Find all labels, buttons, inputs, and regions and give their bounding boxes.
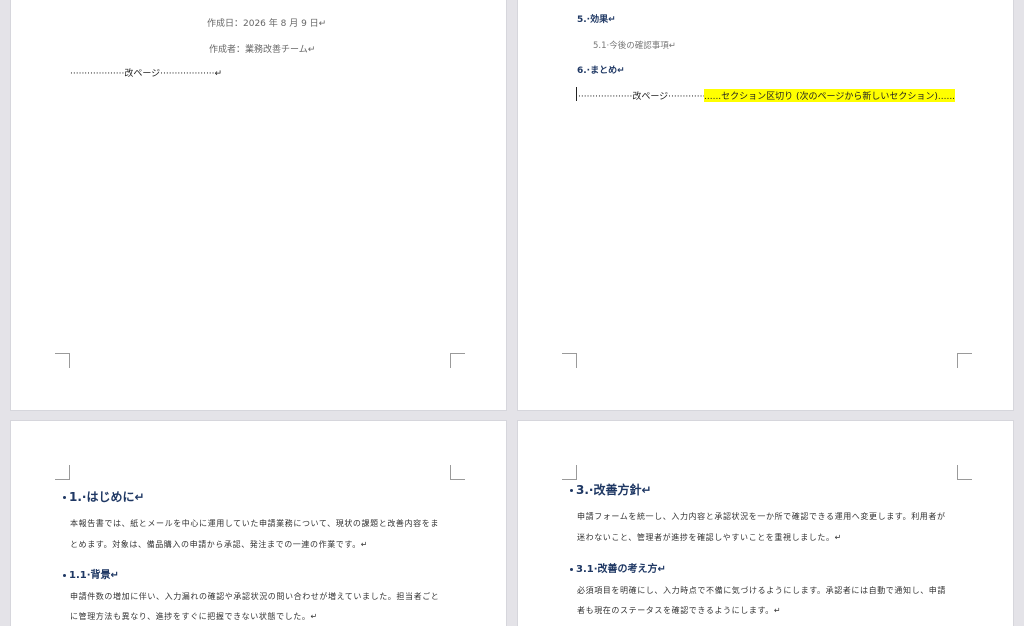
paragraph-line: 本報告書では、紙とメールを中心に運用していた申請業務について、現状の課題と改善内… — [70, 519, 439, 528]
paragraph-line: 者も現在のステータスを確認できるようにします。↵ — [577, 606, 782, 615]
heading-1-text: 1.·はじめに↵ — [69, 490, 145, 504]
heading-2-text: 3.1·改善の考え方↵ — [576, 564, 666, 575]
toc-item-5-1[interactable]: 5.1·今後の確認事項↵ — [593, 39, 676, 51]
heading-1: 1.·はじめに↵ — [63, 488, 145, 505]
heading-1-text: 3.·改善方針↵ — [576, 483, 652, 497]
paragraph-line: 申請フォームを統一し、入力内容と承認状況を一か所で確認できる運用へ変更します。利… — [577, 512, 946, 521]
heading-bullet-icon — [63, 573, 66, 577]
margin-corner-mark — [450, 465, 465, 480]
margin-corner-mark — [450, 353, 465, 368]
heading-1: 3.·改善方針↵ — [570, 481, 652, 498]
page-4[interactable]: 3.·改善方針↵ 申請フォームを統一し、入力内容と承認状況を一か所で確認できる運… — [517, 420, 1014, 626]
margin-corner-mark — [562, 353, 577, 368]
margin-corner-mark — [957, 465, 972, 480]
creation-date: 作成日：2026 年 8 月 9 日↵ — [207, 19, 327, 29]
paragraph-line: に管理方法も異なり、進捗をすぐに把握できない状態でした。↵ — [70, 612, 318, 621]
margin-corner-mark — [55, 353, 70, 368]
page-3[interactable]: 1.·はじめに↵ 本報告書では、紙とメールを中心に運用していた申請業務について、… — [10, 420, 507, 626]
paragraph-line: 必須項目を明確にし、入力時点で不備に気づけるようにします。承認者には自動で通知し… — [577, 586, 946, 595]
margin-corner-mark — [55, 465, 70, 480]
heading-2: 3.1·改善の考え方↵ — [570, 560, 666, 575]
margin-corner-mark — [957, 353, 972, 368]
page-break-marker: ···················改ページ·················… — [70, 69, 223, 79]
heading-bullet-icon — [570, 489, 573, 492]
heading-bullet-icon — [63, 496, 66, 499]
author-line: 作成者：業務改善チーム↵ — [209, 45, 316, 55]
text-cursor — [576, 87, 577, 101]
page-1[interactable]: 作成日：2026 年 8 月 9 日↵ 作成者：業務改善チーム↵ ·······… — [10, 0, 507, 411]
paragraph-line: 申請件数の増加に伴い、入力漏れの確認や承認状況の問い合わせが増えていました。担当… — [70, 592, 440, 601]
heading-2: 1.1·背景↵ — [63, 566, 119, 581]
heading-bullet-icon — [570, 567, 573, 571]
toc-item-5[interactable]: 5.·効果↵ — [577, 12, 616, 25]
page-2[interactable]: 5.·効果↵ 5.1·今後の確認事項↵ 6.·まとめ↵ ············… — [517, 0, 1014, 411]
heading-2-text: 1.1·背景↵ — [69, 570, 119, 581]
paragraph-line: とめます。対象は、備品購入の申請から承認、発注までの一連の作業です。↵ — [70, 540, 369, 549]
paragraph-line: 迷わないこと、管理者が進捗を確認しやすいことを重視しました。↵ — [577, 533, 842, 542]
document-canvas[interactable]: 124681012141618202224262830323436384042 … — [0, 0, 1024, 626]
page-break-marker: ···················改ページ·················… — [578, 92, 723, 102]
section-break-marker: ......セクション区切り (次のページから新しいセクション)...... — [704, 89, 956, 102]
toc-item-6[interactable]: 6.·まとめ↵ — [577, 63, 625, 76]
margin-corner-mark — [562, 465, 577, 480]
